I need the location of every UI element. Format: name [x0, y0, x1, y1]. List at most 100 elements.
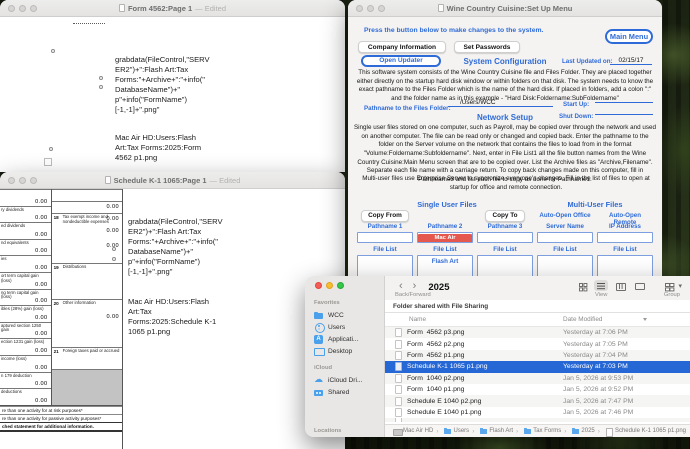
file-name: Form 1040 p1.png: [407, 386, 464, 393]
marker-circle: [51, 49, 55, 53]
file-date-modified: Jan 5, 2026 at 9:53 PM: [563, 375, 633, 382]
sidebar-item-icon: [314, 334, 324, 344]
single-user-files-title: Single User Files: [357, 200, 537, 209]
file-name: Schedule K-1 1065 p1.png: [407, 363, 488, 370]
company-information-button[interactable]: Company Information: [358, 41, 446, 53]
forward-icon[interactable]: ›: [413, 281, 417, 291]
pathname-input[interactable]: [597, 232, 653, 243]
file-thumbnail-icon: [395, 385, 402, 394]
path-segment[interactable]: Schedule K-1 1065 p1.png: [598, 428, 686, 435]
sidebar-item[interactable]: Desktop: [314, 345, 384, 357]
zoom-button[interactable]: [337, 282, 344, 289]
sidebar-item[interactable]: Favorites: [314, 297, 384, 309]
file-row[interactable]: Form 1040 p2.png Jan 5, 2026 at 9:53 PM: [385, 373, 690, 384]
finder-sidebar: Favorites WCC Users Applicati...: [305, 276, 385, 437]
form-cell: 20 Other information 0.00: [52, 299, 122, 347]
file-row[interactable]: Schedule E 1040 p1.png Jan 5, 2026 at 7:…: [385, 407, 690, 418]
pathname-input[interactable]: [357, 232, 413, 243]
file-date-modified: Jan 5, 2026 at 7:47 PM: [563, 398, 633, 405]
file-row[interactable]: Schedule K-1 1065 p1.png Yesterday at 7:…: [385, 361, 690, 372]
sharing-status-bar: Folder shared with File Sharing: [385, 300, 690, 313]
file-thumbnail-icon: [395, 362, 402, 371]
sidebar-item[interactable]: WCC: [314, 309, 384, 321]
sidebar-item[interactable]: iCloud: [314, 362, 384, 374]
pathname-input[interactable]: [537, 232, 593, 243]
finder-window-title: 2025: [428, 282, 449, 293]
file-list-label: File List: [477, 246, 533, 255]
k1-form-footer: re than one activity for at risk purpose…: [0, 405, 122, 432]
file-row[interactable]: Form 1040 p1.png Jan 5, 2026 at 9:52 PM: [385, 384, 690, 395]
main-menu-button[interactable]: Main Menu: [605, 29, 653, 44]
file-list: Form 4562 p3.png Yesterday at 7:06 PM Fo…: [385, 327, 690, 424]
path-segment[interactable]: Mac Air HD: [393, 428, 433, 435]
result-path-text: Mac Air HD:Users:Flash Art:Tax Forms:202…: [128, 297, 250, 337]
path-segment[interactable]: Users: [436, 428, 469, 435]
list-view-icon[interactable]: [594, 280, 608, 291]
column-action[interactable]: Copy To: [477, 210, 533, 223]
sidebar-item[interactable]: Applicati...: [314, 333, 384, 345]
column-action[interactable]: Auto-Open Office: [537, 210, 593, 223]
form-4562-canvas[interactable]: grabdata(FileControl,"SERV ER2")+":Flash…: [0, 17, 345, 172]
form-cell: deductions 0.00: [0, 388, 51, 405]
finder-toolbar: ‹ › 2025 Back/Forward View ▾ Group: [385, 276, 690, 300]
group-icon: [661, 280, 675, 291]
name-column-header[interactable]: Name: [409, 316, 426, 323]
path-segment[interactable]: Flash Art: [472, 428, 513, 435]
file-row[interactable]: Form 4562 p2.png Yesterday at 7:05 PM: [385, 338, 690, 349]
path-segment-icon: [444, 428, 452, 435]
window-title: Schedule K-1 1065:Page 1 — Edited: [0, 176, 345, 185]
file-list-label: File List: [537, 246, 593, 255]
view-caption: View: [595, 292, 607, 298]
form-footer-line: re than one activity for at risk purpose…: [0, 406, 122, 414]
finder-main: ‹ › 2025 Back/Forward View ▾ Group: [385, 276, 690, 437]
file-list-label: File List: [357, 246, 413, 255]
sidebar-item[interactable]: Users: [314, 321, 384, 333]
pathname-field[interactable]: /Users/WCC: [448, 99, 553, 107]
shutdown-field[interactable]: [595, 107, 653, 115]
form-cell: 21 Foreign taxes paid or accrued: [52, 347, 122, 369]
pathname-input[interactable]: [477, 232, 533, 243]
set-passwords-button[interactable]: Set Passwords: [454, 41, 520, 53]
file-list-label: File List: [417, 246, 473, 255]
column-view-icon[interactable]: [613, 280, 627, 291]
path-segment-icon: [605, 428, 613, 435]
file-name: Form 4562 p2.png: [407, 341, 464, 348]
list-header-row: Name Date Modified: [385, 313, 690, 327]
last-updated-value[interactable]: 02/15/17: [610, 57, 652, 65]
sidebar-item[interactable]: Shared: [314, 386, 384, 398]
path-segment[interactable]: 2025: [564, 428, 595, 435]
form-cell: nd equivalents 0.00: [0, 239, 51, 256]
file-thumbnail-icon: [395, 408, 402, 417]
file-row[interactable]: Schedule E 1040 p2.png Jan 5, 2026 at 7:…: [385, 395, 690, 406]
form-cell: 0.00: [0, 189, 51, 206]
group-control[interactable]: ▾: [661, 280, 682, 291]
sidebar-item[interactable]: iCloud Dri...: [314, 374, 384, 386]
close-button[interactable]: [315, 282, 322, 289]
pathname-input[interactable]: Mac Air HD:Users: [417, 232, 473, 243]
column-header: Pathname 3: [477, 223, 533, 232]
minimize-button[interactable]: [326, 282, 333, 289]
gallery-view-icon[interactable]: [632, 280, 646, 291]
path-segment[interactable]: Tax Forms: [516, 428, 561, 435]
sidebar-item-icon: [314, 346, 324, 356]
column-action[interactable]: Auto-Open Remote: [597, 210, 653, 223]
k1-tax-form-image: 0.00 ry dividends 0.00 ed dividends 0.00: [0, 189, 123, 449]
desktop-wallpaper: Form 4562:Page 1 — Edited grabdata(FileC…: [0, 0, 690, 449]
icon-view-icon[interactable]: [575, 280, 589, 291]
file-row[interactable]: Form 4562 p3.png Yesterday at 7:06 PM: [385, 327, 690, 338]
date-modified-column-header[interactable]: Date Modified: [563, 316, 602, 323]
file-row-clipped[interactable]: [385, 418, 690, 422]
schedule-k1-canvas[interactable]: 0.00 ry dividends 0.00 ed dividends 0.00: [0, 189, 345, 449]
path-segment-icon: [393, 428, 401, 435]
column-action[interactable]: Copy From: [357, 210, 413, 223]
column-header: Pathname 2: [417, 223, 473, 232]
file-row[interactable]: Form 4562 p1.png Yesterday at 7:04 PM: [385, 350, 690, 361]
startup-field[interactable]: [595, 95, 653, 103]
column-header: Server Name: [537, 223, 593, 232]
column-header: Pathname 1: [357, 223, 413, 232]
form-cell: ies 0.00: [0, 255, 51, 272]
back-icon[interactable]: ‹: [399, 281, 403, 291]
form-cell: ng term capital gain (loss) 0.00: [0, 289, 51, 306]
window-setup-menu: Wine Country Cuisine:Set Up Menu Press t…: [348, 0, 662, 300]
form-4562-titlebar: Form 4562:Page 1 — Edited: [0, 0, 345, 17]
